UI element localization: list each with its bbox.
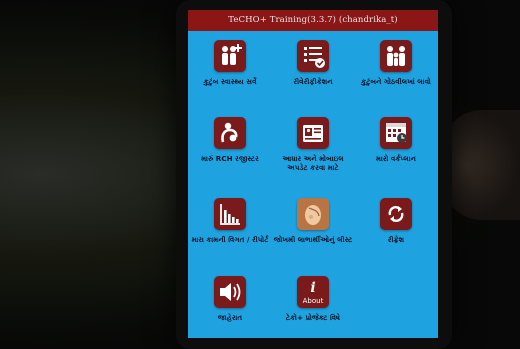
tile-aadhaar-mobile-update[interactable]: આધાર અને મોબાઇલ અપડેટ કરવા માટે: [271, 117, 355, 172]
tile-refresh[interactable]: રીફ્રેશ: [354, 198, 438, 244]
tile-high-risk-list[interactable]: જોખમી લાભાર્થીઓનું લીસ્ટ: [271, 198, 355, 244]
tile-label: જોખમી લાભાર્થીઓનું લીસ્ટ: [273, 235, 353, 244]
tile-about-project[interactable]: i About ટેકો+ પ્રોજેક્ટ વિષે: [271, 276, 355, 322]
pregnant-woman-icon: [297, 198, 329, 230]
tile-work-report[interactable]: મારા કામની વિગત / રીપોર્ટ: [188, 198, 272, 244]
app-title: TeCHO+ Training(3.3.7) (chandrika_t): [228, 15, 398, 25]
tile-label: આધાર અને મોબાઇલ અપડેટ કરવા માટે: [282, 154, 344, 172]
family-group-icon: [380, 40, 412, 72]
app-title-bar: TeCHO+ Training(3.3.7) (chandrika_t): [188, 10, 438, 31]
speaker-icon: [214, 276, 246, 308]
tile-family-health-survey[interactable]: કુટુંબ સ્વાસ્થ્ય સર્વે: [188, 40, 272, 86]
checklist-verify-icon: [297, 40, 329, 72]
about-info-icon: i About: [297, 276, 329, 308]
svg-text:i: i: [310, 280, 315, 296]
tile-label: કુટુંબને ગોઠવીલખાં લાવો: [361, 77, 431, 86]
tile-workplan[interactable]: મારો વર્કપ્લાન: [354, 117, 438, 163]
finger-shadow: [442, 110, 520, 220]
tile-family-mobile[interactable]: કુટુંબને ગોઠવીલખાં લાવો: [354, 40, 438, 86]
tile-label: રીફ્રેશ: [387, 235, 405, 244]
app-screen: TeCHO+ Training(3.3.7) (chandrika_t) કુટ…: [188, 10, 438, 338]
menu-grid: કુટુંબ સ્વાસ્થ્ય સર્વે રીવેરીફીકેશન કુટુ…: [188, 31, 438, 338]
tile-label: મારું RCH રજીસ્ટર: [201, 154, 259, 163]
family-add-icon: [214, 40, 246, 72]
tile-label: ટેકો+ પ્રોજેક્ટ વિષે: [285, 313, 341, 322]
id-card-icon: [297, 117, 329, 149]
tile-label: મારો વર્કપ્લાન: [376, 154, 416, 163]
refresh-icon: [380, 198, 412, 230]
tile-label: રીવેરીફીકેશન: [293, 77, 333, 86]
about-icon-text: About: [302, 297, 324, 305]
tile-announcements[interactable]: જાહેરાત: [188, 276, 272, 322]
schedule-calendar-icon: [380, 117, 412, 149]
mother-child-icon: [214, 117, 246, 149]
tile-rch-register[interactable]: મારું RCH રજીસ્ટર: [188, 117, 272, 163]
tile-label: જાહેરાત: [217, 313, 243, 322]
tile-label: મારા કામની વિગત / રીપોર્ટ: [191, 235, 269, 244]
tile-reverification[interactable]: રીવેરીફીકેશન: [271, 40, 355, 86]
tile-label: કુટુંબ સ્વાસ્થ્ય સર્વે: [203, 77, 257, 86]
bar-chart-icon: [214, 198, 246, 230]
